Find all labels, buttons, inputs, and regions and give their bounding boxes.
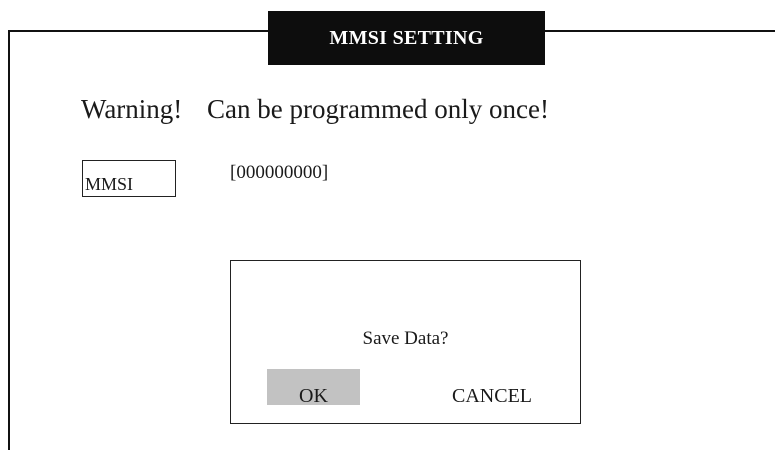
save-data-dialog: Save Data? OK CANCEL	[230, 260, 581, 424]
mmsi-field-label[interactable]: MMSI	[82, 160, 176, 197]
mmsi-value-field[interactable]: [000000000]	[230, 162, 328, 184]
dialog-prompt: Save Data?	[362, 328, 449, 349]
warning-label: Warning!	[81, 94, 183, 124]
warning-message: Warning! Can be programmed only once!	[81, 94, 549, 125]
screen-title: MMSI SETTING	[268, 11, 545, 65]
ok-button[interactable]: OK	[267, 369, 360, 407]
cancel-button[interactable]: CANCEL	[427, 369, 557, 407]
warning-text: Can be programmed only once!	[207, 94, 549, 124]
